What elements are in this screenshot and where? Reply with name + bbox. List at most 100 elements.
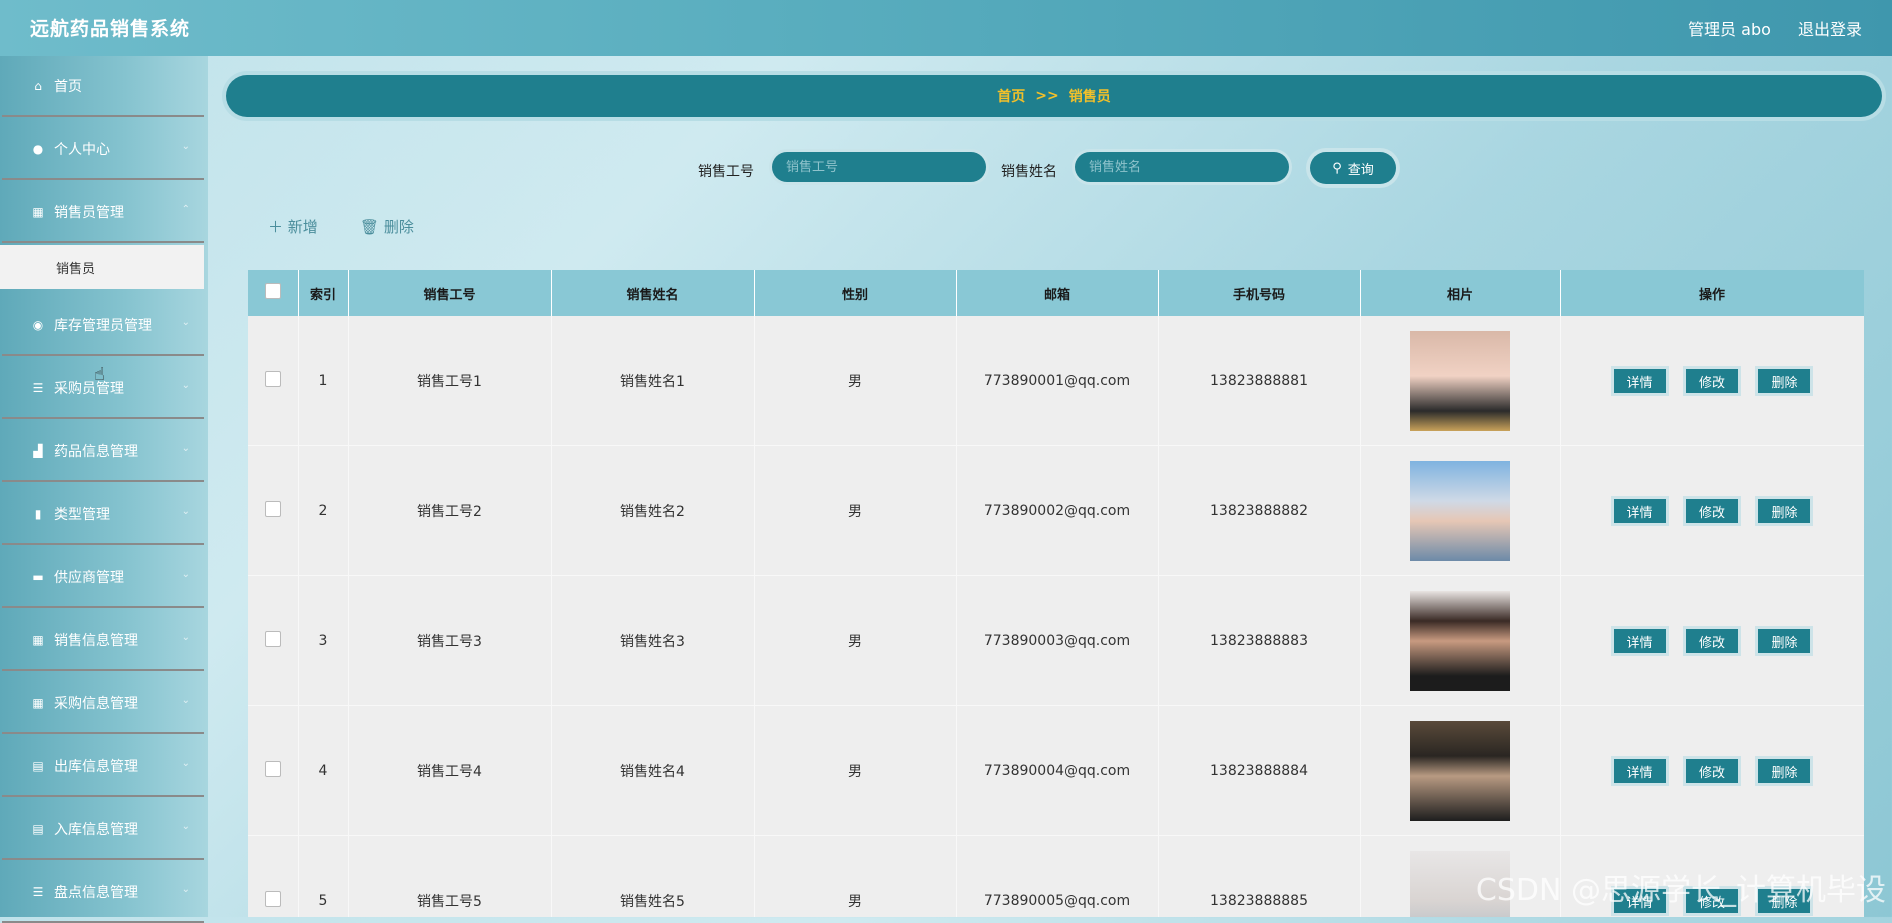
avatar-photo (1410, 720, 1510, 821)
logout-link[interactable]: 退出登录 (1798, 20, 1862, 39)
avatar-photo (1410, 330, 1510, 431)
trash-icon: 🗑 (360, 218, 380, 236)
cell-gender: 男 (754, 835, 957, 917)
search-name-input[interactable] (1075, 152, 1289, 182)
row-checkbox[interactable] (264, 370, 281, 387)
breadcrumb: 首页 >> 销售员 (226, 75, 1882, 117)
list-icon: ☰ (32, 380, 44, 395)
row-checkbox[interactable] (264, 630, 281, 647)
table-row: 2 销售工号2 销售姓名2 男 773890002@qq.com 1382388… (248, 445, 1864, 576)
sidebar-item-stock-admin[interactable]: ◉ 库存管理员管理 ⌄ (2, 295, 204, 356)
search-label-id: 销售工号 (698, 164, 754, 180)
chevron-up-icon: ⌃ (181, 204, 190, 215)
data-table: 索引 销售工号 销售姓名 性别 邮箱 手机号码 相片 操作 1 销售工号1 销售… (248, 270, 1864, 917)
cell-index: 2 (298, 445, 349, 576)
sidebar-item-outbound[interactable]: ▤ 出库信息管理 ⌄ (2, 736, 204, 797)
column-header: 操作 (1560, 270, 1864, 316)
chevron-down-icon: ⌄ (181, 317, 190, 328)
search-icon: ⚲ (1332, 160, 1342, 176)
add-button[interactable]: ＋ 新增 (268, 216, 318, 237)
sidebar-item-supplier[interactable]: ▬ 供应商管理 ⌄ (2, 547, 204, 608)
remove-button[interactable]: 删除 (1755, 625, 1814, 656)
row-checkbox[interactable] (264, 760, 281, 777)
user-label[interactable]: 管理员 abo (1688, 20, 1771, 39)
cell-name: 销售姓名1 (551, 316, 755, 446)
search-label-name: 销售姓名 (1001, 164, 1057, 180)
sidebar-item-inventory[interactable]: ☰ 盘点信息管理 ⌄ (2, 862, 204, 923)
cell-id: 销售工号5 (348, 835, 552, 917)
cell-gender: 男 (754, 316, 957, 446)
chevron-down-icon: ⌄ (181, 884, 190, 895)
cell-email: 773890004@qq.com (956, 705, 1159, 836)
remove-button[interactable]: 删除 (1755, 755, 1814, 786)
chevron-down-icon: ⌄ (181, 506, 190, 517)
column-header: 邮箱 (956, 270, 1159, 316)
cell-id: 销售工号1 (348, 316, 552, 446)
breadcrumb-home[interactable]: 首页 (997, 86, 1025, 106)
location-icon: ◉ (32, 317, 44, 332)
sidebar-item-label: 供应商管理 (54, 569, 124, 586)
column-header: 索引 (298, 270, 349, 316)
sidebar-item-sales-manage[interactable]: ▦ 销售员管理 ⌃ (2, 182, 204, 243)
sidebar: ⌂ 首页 ● 个人中心 ⌄ ▦ 销售员管理 ⌃ 销售员 ◉ 库存管理员管理 ⌄ … (0, 56, 208, 923)
grid-icon: ▦ (32, 632, 44, 647)
top-bar: 远航药品销售系统 管理员 abo 退出登录 (0, 0, 1892, 56)
sidebar-item-label: 销售信息管理 (54, 632, 138, 649)
chevron-down-icon: ⌄ (181, 380, 190, 391)
table-header-row: 索引 销售工号 销售姓名 性别 邮箱 手机号码 相片 操作 (248, 270, 1864, 316)
edit-button[interactable]: 修改 (1683, 625, 1741, 656)
cell-id: 销售工号3 (348, 575, 552, 706)
grid-icon: ▦ (32, 695, 44, 710)
sidebar-item-label: 盘点信息管理 (54, 884, 138, 901)
row-checkbox[interactable] (264, 890, 281, 907)
sidebar-item-purchase-info[interactable]: ▦ 采购信息管理 ⌄ (2, 673, 204, 734)
table-row: 1 销售工号1 销售姓名1 男 773890001@qq.com 1382388… (248, 316, 1864, 446)
detail-button[interactable]: 详情 (1610, 365, 1669, 396)
sidebar-item-label: 入库信息管理 (54, 821, 138, 838)
table-row: 3 销售工号3 销售姓名3 男 773890003@qq.com 1382388… (248, 575, 1864, 706)
remove-button[interactable]: 删除 (1755, 365, 1814, 396)
top-right-links: 管理员 abo 退出登录 (1666, 16, 1862, 40)
cell-name: 销售姓名3 (551, 575, 755, 706)
edit-button[interactable]: 修改 (1683, 365, 1741, 396)
sidebar-item-label: 个人中心 (54, 141, 110, 158)
cell-name: 销售姓名5 (551, 835, 755, 917)
sidebar-item-sales-info[interactable]: ▦ 销售信息管理 ⌄ (2, 610, 204, 671)
clipboard-icon: ▤ (32, 758, 44, 773)
row-checkbox[interactable] (264, 500, 281, 517)
sidebar-item-drug-info[interactable]: ▟ 药品信息管理 ⌄ (2, 421, 204, 482)
breadcrumb-current: 销售员 (1068, 89, 1111, 105)
cell-email: 773890001@qq.com (956, 316, 1159, 446)
edit-button[interactable]: 修改 (1683, 495, 1741, 526)
detail-button[interactable]: 详情 (1610, 495, 1669, 526)
select-all-cell (248, 270, 299, 316)
sidebar-item-label: 出库信息管理 (54, 758, 138, 775)
search-id-input[interactable] (772, 152, 986, 182)
cell-index: 3 (298, 575, 349, 706)
cell-name: 销售姓名2 (551, 445, 755, 576)
select-all-checkbox[interactable] (264, 283, 281, 299)
delete-button[interactable]: 🗑 删除 (360, 216, 414, 237)
watermark: CSDN @思源学长_计算机毕设 (1475, 873, 1886, 908)
cell-index: 5 (298, 835, 349, 917)
sidebar-item-inbound[interactable]: ▤ 入库信息管理 ⌄ (2, 799, 204, 860)
cell-phone: 13823888884 (1158, 705, 1361, 836)
edit-button[interactable]: 修改 (1683, 755, 1741, 786)
search-button[interactable]: ⚲ 查询 (1310, 152, 1396, 184)
cell-index: 1 (298, 316, 349, 446)
column-header: 销售姓名 (551, 270, 755, 316)
search-bar: 销售工号 销售姓名 ⚲ 查询 (208, 149, 1892, 187)
sidebar-item-type[interactable]: ▮ 类型管理 ⌄ (2, 484, 204, 545)
avatar-photo (1410, 590, 1510, 691)
cell-id: 销售工号2 (348, 445, 552, 576)
cell-gender: 男 (754, 575, 957, 706)
sidebar-item-home[interactable]: ⌂ 首页 (2, 56, 204, 117)
detail-button[interactable]: 详情 (1610, 755, 1669, 786)
cell-phone: 13823888881 (1158, 316, 1361, 446)
detail-button[interactable]: 详情 (1610, 625, 1669, 656)
remove-button[interactable]: 删除 (1755, 495, 1814, 526)
app-title: 远航药品销售系统 (30, 18, 191, 40)
sidebar-item-profile[interactable]: ● 个人中心 ⌄ (2, 119, 204, 180)
sidebar-item-label: 库存管理员管理 (54, 317, 152, 334)
sidebar-subitem-salesperson[interactable]: 销售员 (0, 245, 204, 289)
